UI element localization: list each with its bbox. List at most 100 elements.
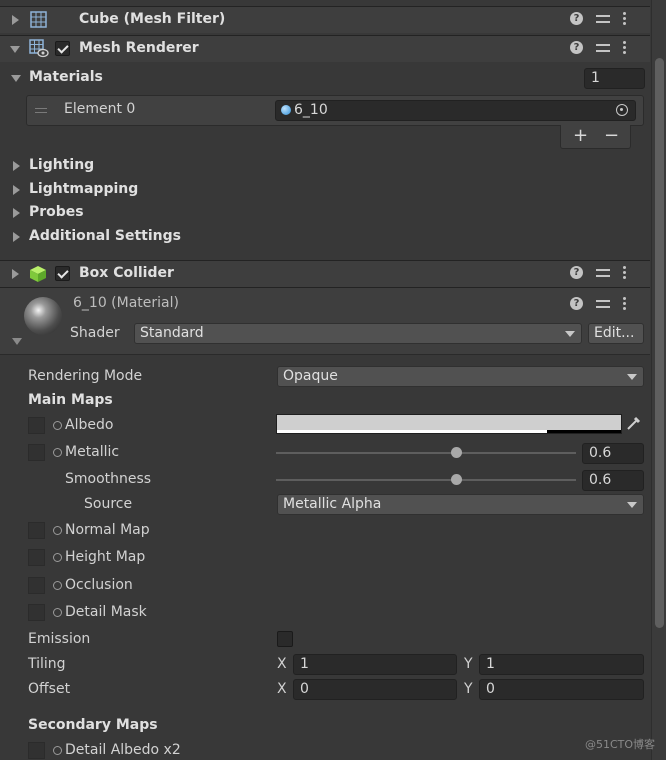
offset-y-field[interactable]: 0	[479, 679, 644, 700]
section-additional-settings[interactable]: Additional Settings	[29, 228, 181, 244]
mesh-renderer-title: Mesh Renderer	[79, 40, 199, 56]
help-icon[interactable]: ?	[570, 297, 583, 310]
chevron-down-icon	[627, 374, 637, 380]
link-icon	[53, 608, 62, 617]
help-icon[interactable]: ?	[570, 41, 583, 54]
tiling-x-label: X	[277, 656, 287, 672]
drag-handle-icon[interactable]	[35, 108, 47, 109]
edit-shader-button[interactable]: Edit...	[588, 323, 644, 344]
section-probes[interactable]: Probes	[29, 204, 84, 220]
edit-button-label: Edit...	[594, 325, 635, 341]
link-icon	[53, 581, 62, 590]
materials-list: Element 0 6_10	[26, 95, 644, 126]
tiling-y-field[interactable]: 1	[479, 654, 644, 675]
materials-fold-icon[interactable]	[11, 75, 21, 82]
metallic-slider-knob[interactable]	[450, 447, 462, 458]
mesh-renderer-header[interactable]: Mesh Renderer ?	[0, 35, 650, 62]
fold-down-icon[interactable]	[10, 46, 20, 53]
albedo-texture-slot[interactable]	[28, 417, 45, 434]
smoothness-label: Smoothness	[65, 471, 152, 487]
box-collider-cube-icon	[30, 266, 46, 282]
remove-element-button[interactable]: −	[604, 125, 619, 146]
tiling-x-field[interactable]: 1	[293, 654, 457, 675]
presets-icon[interactable]	[596, 266, 610, 279]
object-picker-icon[interactable]	[616, 104, 628, 116]
link-icon	[53, 448, 62, 457]
smoothness-value-field[interactable]: 0.6	[582, 470, 644, 491]
kebab-menu-icon[interactable]	[623, 41, 626, 54]
link-icon	[53, 553, 62, 562]
albedo-label: Albedo	[65, 417, 114, 433]
link-icon	[53, 421, 62, 430]
element-0-material-field[interactable]: 6_10	[275, 100, 636, 121]
source-label: Source	[84, 496, 133, 512]
detail-albedo-label: Detail Albedo x2	[65, 742, 181, 758]
metallic-slider-track[interactable]	[276, 452, 576, 454]
kebab-menu-icon[interactable]	[623, 266, 626, 279]
kebab-menu-icon[interactable]	[623, 12, 626, 25]
emission-checkbox[interactable]	[277, 631, 293, 647]
occlusion-label: Occlusion	[65, 577, 133, 593]
metallic-label: Metallic	[65, 444, 120, 460]
source-dropdown[interactable]: Metallic Alpha	[277, 494, 644, 515]
help-icon[interactable]: ?	[570, 12, 583, 25]
smoothness-slider-track[interactable]	[276, 479, 576, 481]
materials-label: Materials	[29, 69, 103, 85]
rendering-mode-dropdown[interactable]: Opaque	[277, 366, 644, 387]
link-icon	[53, 526, 62, 535]
drag-handle-icon[interactable]	[35, 112, 47, 113]
lighting-fold-icon[interactable]	[13, 161, 20, 171]
box-collider-title: Box Collider	[79, 265, 174, 281]
additional-settings-fold-icon[interactable]	[13, 232, 20, 242]
help-icon[interactable]: ?	[570, 266, 583, 279]
materials-size-field[interactable]: 1	[584, 68, 645, 89]
presets-icon[interactable]	[596, 41, 610, 54]
detail-albedo-texture-slot[interactable]	[28, 742, 45, 759]
offset-x-label: X	[277, 681, 287, 697]
section-lighting[interactable]: Lighting	[29, 157, 94, 173]
material-header: 6_10 (Material) Shader Standard Edit... …	[0, 287, 650, 355]
occlusion-texture-slot[interactable]	[28, 577, 45, 594]
mesh-renderer-header-icons: ?	[570, 41, 626, 54]
probes-fold-icon[interactable]	[13, 208, 20, 218]
albedo-color-field[interactable]	[276, 414, 622, 434]
height-map-label: Height Map	[65, 549, 146, 565]
mesh-renderer-icon	[29, 39, 49, 58]
rendering-mode-label: Rendering Mode	[28, 368, 143, 384]
tiling-label: Tiling	[28, 656, 66, 672]
eyedropper-icon[interactable]	[626, 416, 641, 431]
shader-dropdown[interactable]: Standard	[134, 323, 582, 344]
mesh-filter-header[interactable]: Cube (Mesh Filter) ?	[0, 6, 650, 33]
normal-map-texture-slot[interactable]	[28, 522, 45, 539]
lightmapping-fold-icon[interactable]	[13, 185, 20, 195]
fold-right-icon[interactable]	[12, 269, 19, 279]
smoothness-slider-knob[interactable]	[450, 474, 462, 485]
mesh-renderer-enabled-checkbox[interactable]	[55, 41, 70, 56]
source-value: Metallic Alpha	[283, 496, 382, 512]
offset-x-field[interactable]: 0	[293, 679, 457, 700]
box-collider-header[interactable]: Box Collider ?	[0, 260, 650, 287]
detail-mask-texture-slot[interactable]	[28, 604, 45, 621]
height-map-texture-slot[interactable]	[28, 549, 45, 566]
fold-right-icon[interactable]	[12, 15, 19, 25]
box-collider-enabled-checkbox[interactable]	[55, 266, 70, 281]
chevron-down-icon	[627, 502, 637, 508]
inspector-scrollbar[interactable]	[651, 0, 666, 760]
normal-map-label: Normal Map	[65, 522, 150, 538]
metallic-value-field[interactable]: 0.6	[582, 443, 644, 464]
link-icon	[53, 746, 62, 755]
add-element-button[interactable]: +	[573, 125, 588, 146]
metallic-texture-slot[interactable]	[28, 444, 45, 461]
watermark: @51CTO博客	[585, 738, 656, 751]
presets-icon[interactable]	[596, 297, 610, 310]
rendering-mode-value: Opaque	[283, 368, 338, 384]
section-lightmapping[interactable]: Lightmapping	[29, 181, 138, 197]
kebab-menu-icon[interactable]	[623, 297, 626, 310]
material-sphere-icon	[281, 105, 291, 115]
main-maps-heading: Main Maps	[28, 392, 113, 408]
shader-value: Standard	[140, 325, 204, 341]
scrollbar-thumb[interactable]	[655, 58, 664, 628]
presets-icon[interactable]	[596, 12, 610, 25]
material-fold-icon[interactable]	[12, 338, 22, 345]
detail-mask-label: Detail Mask	[65, 604, 147, 620]
